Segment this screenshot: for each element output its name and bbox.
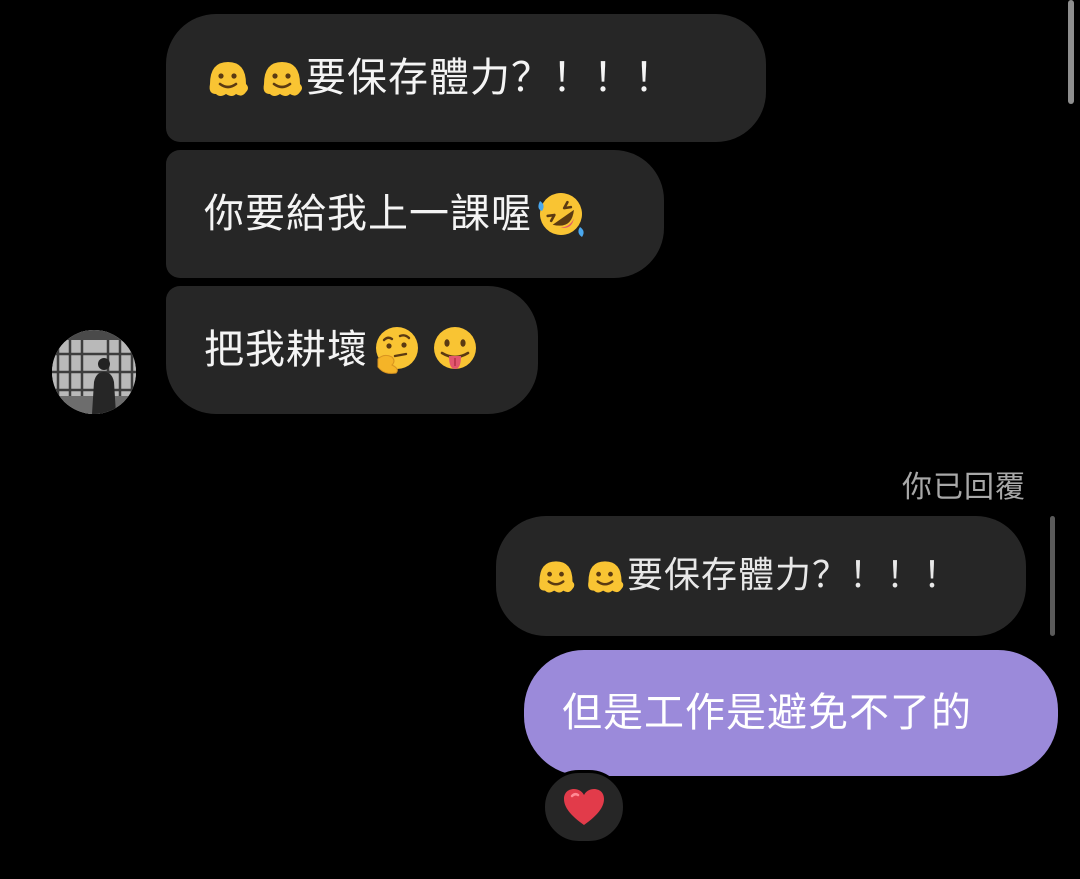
message-text: 把我耕壞: [204, 327, 368, 373]
outgoing-message[interactable]: 但是工作是避免不了的: [524, 650, 1058, 776]
quote-bar: [1050, 516, 1055, 636]
quoted-message[interactable]: 要保存體力？！！！: [496, 516, 1026, 636]
tongue-out-face-icon: [428, 323, 482, 377]
avatar[interactable]: [52, 330, 136, 414]
melting-face-icon: [258, 54, 306, 102]
message-text: 你要給我上一課喔: [204, 191, 532, 237]
melting-face-icon: [583, 554, 627, 598]
incoming-message[interactable]: 你要給我上一課喔: [166, 150, 664, 278]
replied-label: 你已回覆: [902, 470, 1026, 505]
melting-face-icon: [534, 554, 578, 598]
quoted-text: 要保存體力？！！！: [627, 555, 961, 596]
message-text: 要保存體力？！！！: [306, 55, 675, 101]
melting-face-icon: [204, 54, 252, 102]
heart-icon: [562, 787, 606, 827]
thinking-face-icon: [370, 323, 424, 377]
message-text: 但是工作是避免不了的: [562, 690, 972, 736]
incoming-message[interactable]: 要保存體力？！！！: [166, 14, 766, 142]
reaction-badge[interactable]: [542, 770, 626, 844]
scroll-indicator[interactable]: [1068, 0, 1074, 104]
rolling-on-floor-laughing-icon: [534, 187, 588, 241]
incoming-message[interactable]: 把我耕壞: [166, 286, 538, 414]
